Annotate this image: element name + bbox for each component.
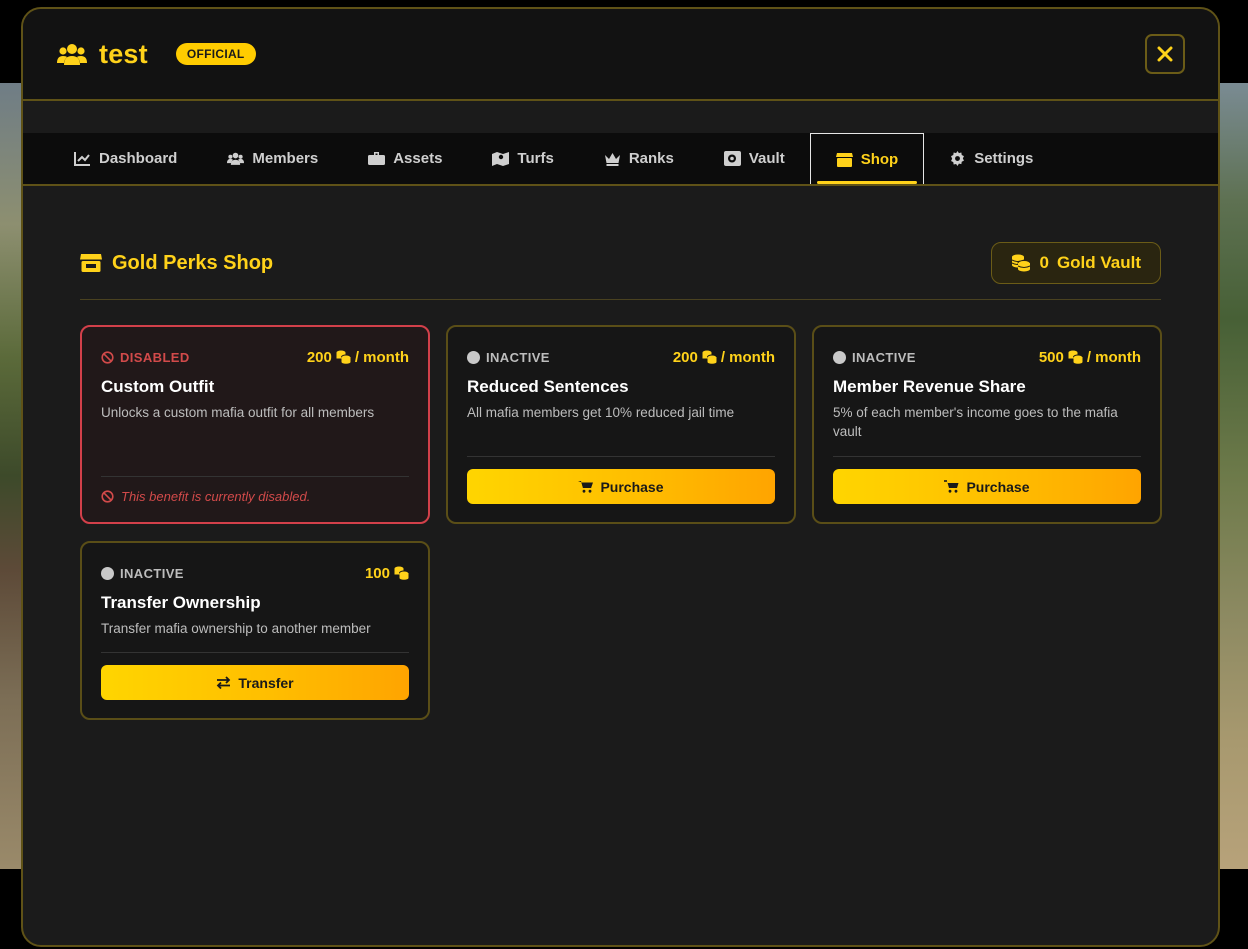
background-scene-right xyxy=(1218,83,1248,869)
coins-icon xyxy=(1012,254,1031,272)
price-value: 200 xyxy=(306,348,332,366)
perk-footer: Purchase xyxy=(467,456,775,504)
perk-description: All mafia members get 10% reduced jail t… xyxy=(467,405,735,420)
coins-icon xyxy=(394,566,409,580)
price-value: 200 xyxy=(672,348,698,366)
perk-price: 200 / month xyxy=(673,349,775,366)
price-period: / month xyxy=(1086,348,1141,366)
tab-dashboard[interactable]: Dashboard xyxy=(49,133,202,184)
perk-footer: Purchase xyxy=(833,456,1141,504)
transfer-button[interactable]: Transfer xyxy=(101,665,409,700)
gear-icon xyxy=(951,151,965,166)
price-value: 500 xyxy=(1038,348,1064,366)
perk-footer: Transfer xyxy=(101,652,409,700)
status-text: DISABLED xyxy=(120,349,190,365)
status-badge: DISABLED xyxy=(101,350,190,365)
tab-label: Assets xyxy=(393,150,443,167)
modal-header: test OFFICIAL xyxy=(23,9,1218,101)
perk-description: 5% of each member's income goes to the m… xyxy=(833,405,1118,439)
status-dot xyxy=(833,350,846,364)
perk-card-member-revenue-share: INACTIVE 500 / month Member Revenue Shar… xyxy=(812,325,1162,524)
gold-vault-balance: 0 Gold Vault xyxy=(991,242,1161,284)
perk-description: Unlocks a custom mafia outfit for all me… xyxy=(101,405,375,420)
status-badge: INACTIVE xyxy=(101,566,184,581)
status-dot xyxy=(467,350,480,364)
header-spacer xyxy=(23,101,1218,133)
coins-icon xyxy=(702,350,717,364)
tab-ranks[interactable]: Ranks xyxy=(579,133,699,184)
vault-icon xyxy=(723,151,741,166)
tab-assets[interactable]: Assets xyxy=(343,133,467,184)
users-icon xyxy=(227,152,245,165)
tab-label: Dashboard xyxy=(99,150,178,167)
tab-label: Shop xyxy=(860,150,899,168)
price-period: / month xyxy=(354,348,409,366)
cart-icon xyxy=(578,481,594,493)
purchase-label: Purchase xyxy=(966,478,1030,495)
perks-grid: DISABLED 200 / month Custom Outfit Unloc… xyxy=(80,325,1162,720)
disabled-note: This benefit is currently disabled. xyxy=(101,489,409,504)
tab-shop[interactable]: Shop xyxy=(809,133,925,184)
perk-name: Transfer Ownership xyxy=(101,593,261,612)
store-icon xyxy=(80,254,102,272)
perk-card-transfer-ownership: INACTIVE 100 Transfer Ownership Transfer… xyxy=(80,541,430,720)
coins-icon xyxy=(336,350,351,364)
status-text: INACTIVE xyxy=(120,565,184,581)
official-badge: OFFICIAL xyxy=(175,43,256,65)
coins-icon xyxy=(1068,350,1083,364)
disabled-note-text: This benefit is currently disabled. xyxy=(121,489,311,504)
perk-card-reduced-sentences: INACTIVE 200 / month Reduced Sentences A… xyxy=(446,325,796,524)
tab-label: Turfs xyxy=(517,150,554,167)
shop-content: Gold Perks Shop 0 Gold Vault DISABLED 20… xyxy=(23,186,1218,720)
vault-amount: 0 xyxy=(1039,253,1049,272)
status-badge: INACTIVE xyxy=(833,350,916,365)
store-icon xyxy=(835,152,853,167)
shop-title-text: Gold Perks Shop xyxy=(112,251,274,274)
tab-settings[interactable]: Settings xyxy=(924,133,1058,184)
transfer-label: Transfer xyxy=(238,674,294,691)
perk-footer: This benefit is currently disabled. xyxy=(101,476,409,504)
shop-title: Gold Perks Shop xyxy=(80,252,273,275)
ban-icon xyxy=(101,490,114,503)
tab-label: Ranks xyxy=(628,150,674,167)
users-icon xyxy=(57,44,87,65)
status-text: INACTIVE xyxy=(852,349,916,365)
vault-label: Gold Vault xyxy=(1056,253,1141,272)
close-icon xyxy=(1157,46,1173,62)
perk-price: 500 / month xyxy=(1039,349,1141,366)
price-period: / month xyxy=(720,348,775,366)
perk-card-custom-outfit: DISABLED 200 / month Custom Outfit Unloc… xyxy=(80,325,430,524)
tab-members[interactable]: Members xyxy=(202,133,343,184)
purchase-label: Purchase xyxy=(600,478,664,495)
perk-name: Reduced Sentences xyxy=(467,377,629,396)
close-button[interactable] xyxy=(1145,34,1185,74)
perk-name: Member Revenue Share xyxy=(833,377,1026,396)
map-icon xyxy=(492,152,510,166)
purchase-button[interactable]: Purchase xyxy=(467,469,775,504)
tab-bar: Dashboard Members Assets Turfs Ranks Vau… xyxy=(23,133,1218,186)
price-value: 100 xyxy=(364,564,390,582)
tab-label: Vault xyxy=(748,150,785,167)
status-text: INACTIVE xyxy=(486,349,550,365)
tab-label: Settings xyxy=(974,150,1034,167)
briefcase-icon xyxy=(368,152,386,165)
shop-header: Gold Perks Shop 0 Gold Vault xyxy=(80,242,1161,300)
purchase-button[interactable]: Purchase xyxy=(833,469,1141,504)
perk-price: 100 xyxy=(365,565,409,582)
chart-line-icon xyxy=(74,152,90,166)
mafia-panel-modal: test OFFICIAL Dashboard Members Assets T… xyxy=(21,7,1220,947)
page-title: test xyxy=(99,38,148,69)
crown-icon xyxy=(604,153,620,166)
perk-price: 200 / month xyxy=(307,349,409,366)
tab-label: Members xyxy=(252,150,319,167)
cart-icon xyxy=(944,480,959,493)
tab-turfs[interactable]: Turfs xyxy=(467,133,578,184)
exchange-icon xyxy=(217,676,231,689)
tab-vault[interactable]: Vault xyxy=(699,133,810,184)
status-badge: INACTIVE xyxy=(467,350,550,365)
perk-name: Custom Outfit xyxy=(101,377,215,396)
ban-icon xyxy=(101,350,114,364)
perk-description: Transfer mafia ownership to another memb… xyxy=(101,621,371,636)
status-dot xyxy=(101,566,114,580)
